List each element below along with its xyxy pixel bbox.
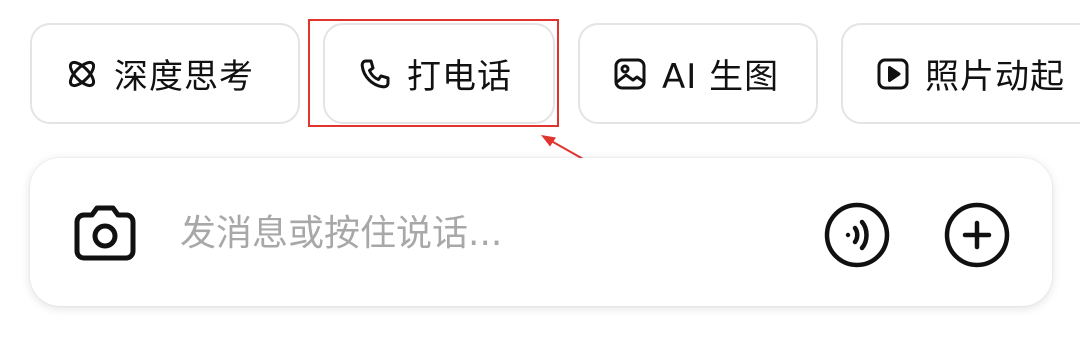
plus-icon bbox=[944, 202, 1010, 268]
voice-button[interactable] bbox=[823, 201, 891, 269]
message-input[interactable] bbox=[180, 202, 740, 264]
voice-wave-icon bbox=[824, 202, 890, 268]
camera-button[interactable] bbox=[72, 200, 138, 266]
chat-composer-area: 深度思考 打电话 AI 生图 照片动起 bbox=[0, 0, 1080, 356]
message-composer bbox=[30, 158, 1052, 306]
camera-icon bbox=[74, 205, 136, 261]
add-button[interactable] bbox=[943, 201, 1011, 269]
